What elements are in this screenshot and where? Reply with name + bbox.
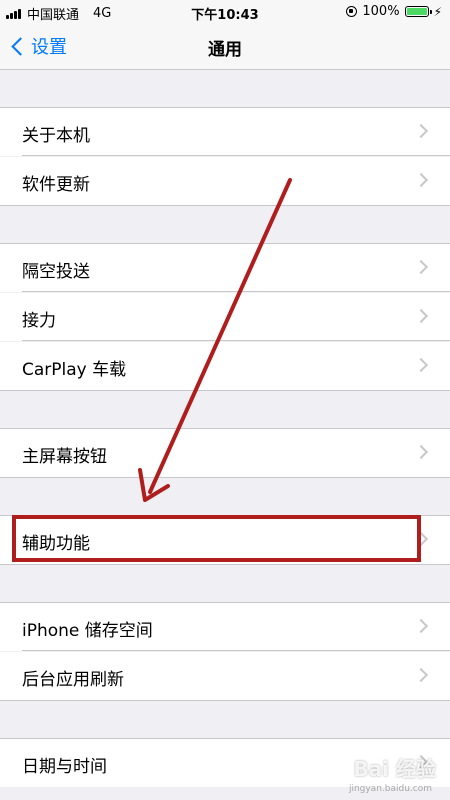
arrow-annotation — [138, 178, 292, 502]
watermark-logo: Bai 经验 — [353, 757, 436, 781]
arrow-shaft — [148, 178, 292, 494]
watermark-url: jingyan.baidu.com — [348, 784, 432, 794]
